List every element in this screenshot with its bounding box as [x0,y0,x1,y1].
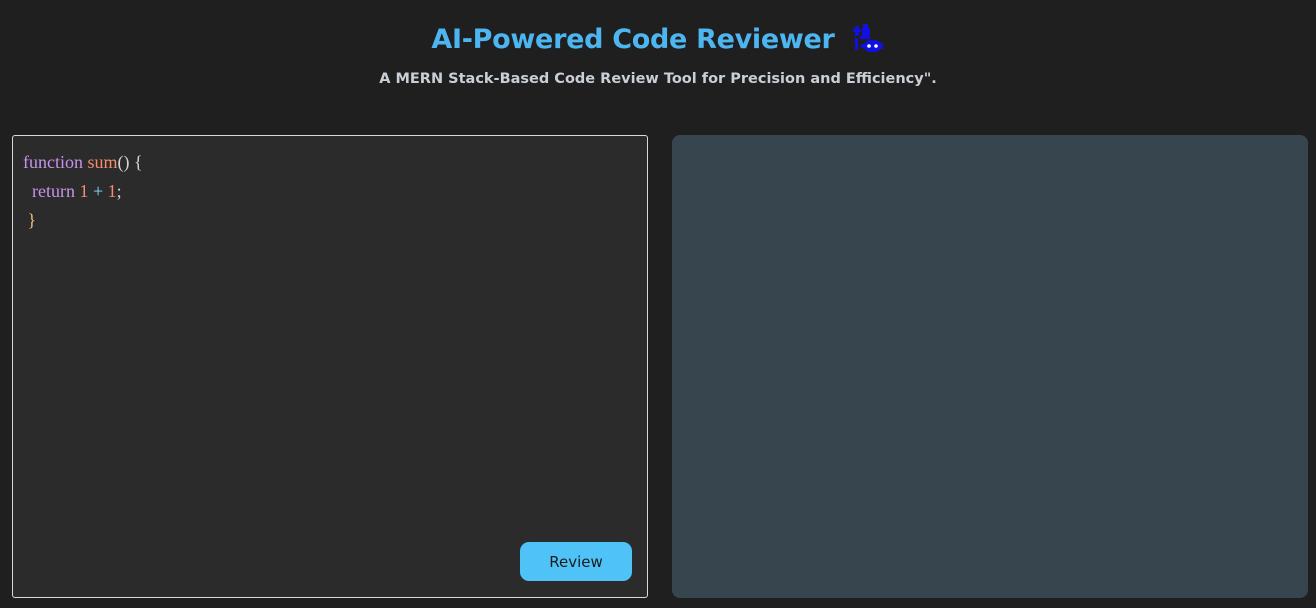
keyword-token: function [23,152,83,172]
function-name-token: sum [87,152,118,172]
code-line: function sum() { [23,148,143,177]
number-token: 1 [107,181,117,201]
code-line: return 1 + 1; [23,177,143,206]
review-output-panel [672,135,1308,598]
punctuation-token: ; [116,181,122,201]
review-button[interactable]: Review [520,542,632,581]
keyword-token: return [32,181,75,201]
page-title: AI-Powered Code Reviewer [431,23,835,55]
code-editor[interactable]: function sum() { return 1 + 1; } Review [12,135,648,598]
code-line: } [23,206,143,235]
punctuation-token: () { [117,152,143,172]
robot-code-icon [851,22,885,56]
brace-token: } [27,210,37,230]
number-token: 1 [79,181,89,201]
page-subtitle: A MERN Stack-Based Code Review Tool for … [379,71,937,87]
title-row: AI-Powered Code Reviewer [0,22,1316,56]
code-content[interactable]: function sum() { return 1 + 1; } [23,148,143,235]
page-header: AI-Powered Code Reviewer A MERN Stack-Ba… [0,0,1316,120]
operator-token: + [92,181,104,201]
